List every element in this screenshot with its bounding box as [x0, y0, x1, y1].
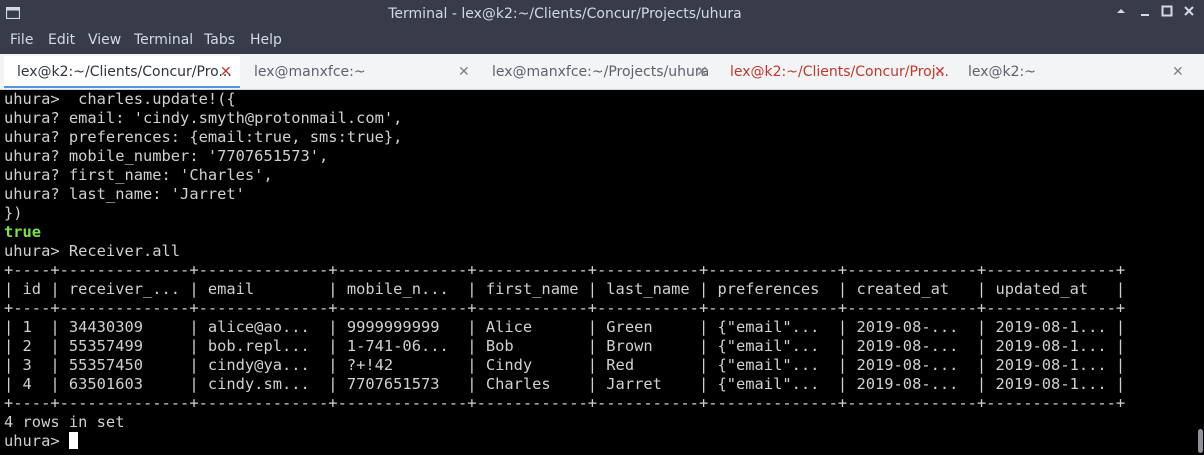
table-border: +----+--------------+--------------+----…	[4, 261, 1126, 279]
terminal-line: uhura? first_name: 'Charles',	[4, 166, 273, 184]
text-cursor	[68, 432, 78, 449]
tab-k2-home[interactable]: lex@k2:~ ✕	[956, 56, 1192, 88]
terminal-line: 4 rows in set	[4, 413, 125, 431]
close-tab-icon[interactable]: ✕	[220, 64, 232, 80]
tab-manxfce-uhura[interactable]: lex@manxfce:~/Projects/uhura ✕	[480, 56, 716, 88]
menu-tabs[interactable]: Tabs	[204, 32, 235, 48]
terminal-line-result: true	[4, 223, 42, 241]
menu-edit[interactable]: Edit	[48, 32, 75, 48]
maximize-icon[interactable]	[1158, 4, 1176, 22]
terminal-line: uhura? email: 'cindy.smyth@protonmail.co…	[4, 109, 403, 127]
close-tab-icon[interactable]: ✕	[458, 64, 470, 80]
close-tab-icon[interactable]: ✕	[696, 64, 708, 80]
title-bar: Terminal - lex@k2:~/Clients/Concur/Proje…	[0, 0, 1204, 28]
close-icon[interactable]	[1180, 4, 1198, 22]
table-header: | id | receiver_... | email | mobile_n..…	[4, 280, 1126, 298]
menu-view[interactable]: View	[88, 32, 121, 48]
tab-label: lex@manxfce:~	[254, 64, 366, 80]
tab-bar: lex@k2:~/Clients/Concur/Pro... ✕ lex@man…	[0, 54, 1204, 90]
tab-k2-concur-2[interactable]: lex@k2:~/Clients/Concur/Proj... ✕	[718, 56, 954, 88]
prompt: uhura>	[4, 432, 69, 450]
table-row: | 2 | 55357499 | bob.repl... | 1-741-06.…	[4, 337, 1126, 355]
terminal-line: uhura? last_name: 'Jarret'	[4, 185, 245, 203]
terminal-line: uhura? preferences: {email:true, sms:tru…	[4, 128, 403, 146]
menu-file[interactable]: File	[10, 32, 33, 48]
menu-bar: File Edit View Terminal Tabs Help	[0, 28, 1204, 54]
table-border: +----+--------------+--------------+----…	[4, 394, 1126, 412]
terminal-line: uhura> Receiver.all	[4, 242, 181, 260]
terminal-output[interactable]: uhura> charles.update!({ uhura? email: '…	[0, 90, 1204, 455]
tab-k2-concur-1[interactable]: lex@k2:~/Clients/Concur/Pro... ✕	[4, 56, 240, 88]
terminal-line: uhura? mobile_number: '7707651573',	[4, 147, 329, 165]
tab-label: lex@k2:~	[968, 64, 1037, 80]
table-row: | 4 | 63501603 | cindy.sm... | 770765157…	[4, 375, 1126, 393]
terminal-line: uhura> charles.update!({	[4, 90, 236, 108]
prompt-line: uhura>	[4, 432, 78, 451]
terminal-line: })	[4, 204, 23, 222]
scrollbar-thumb[interactable]	[1198, 429, 1203, 453]
close-tab-icon[interactable]: ✕	[934, 64, 946, 80]
table-border: +----+--------------+--------------+----…	[4, 299, 1126, 317]
close-tab-icon[interactable]: ✕	[1172, 64, 1184, 80]
tab-label: lex@k2:~/Clients/Concur/Pro...	[17, 64, 232, 80]
scrollbar[interactable]	[1196, 90, 1204, 455]
minimize-up-icon[interactable]	[1112, 4, 1130, 22]
tab-label: lex@k2:~/Clients/Concur/Proj...	[730, 64, 949, 80]
table-row: | 3 | 55357450 | cindy@ya... | ?+!42 | C…	[4, 356, 1126, 374]
window-title: Terminal - lex@k2:~/Clients/Concur/Proje…	[388, 6, 742, 22]
minimize-icon[interactable]	[1136, 4, 1154, 22]
menu-help[interactable]: Help	[250, 32, 282, 48]
tab-label: lex@manxfce:~/Projects/uhura	[492, 64, 710, 80]
table-row: | 1 | 34430309 | alice@ao... | 999999999…	[4, 318, 1126, 336]
menu-terminal[interactable]: Terminal	[134, 32, 193, 48]
tab-manxfce-home[interactable]: lex@manxfce:~ ✕	[242, 56, 478, 88]
